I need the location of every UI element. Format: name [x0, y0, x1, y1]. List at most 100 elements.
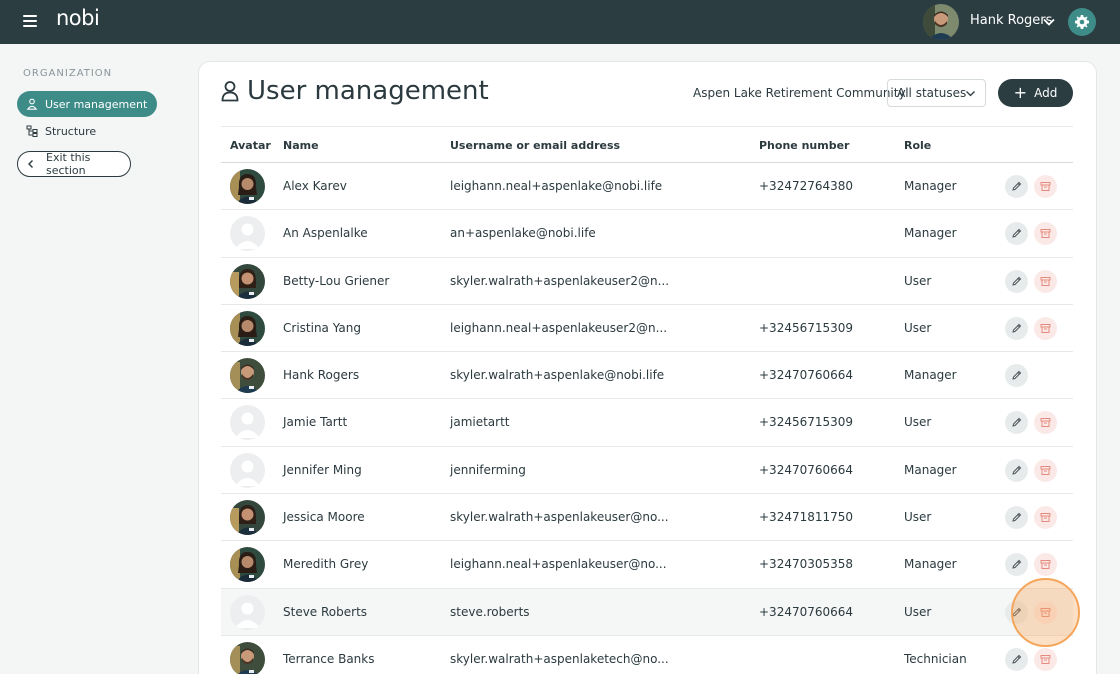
edit-button[interactable]: [1005, 553, 1028, 577]
edit-button[interactable]: [1005, 364, 1028, 388]
table-row[interactable]: Cristina Yang leighann.neal+aspenlakeuser…: [221, 305, 1073, 353]
sidebar-item-label: Structure: [45, 124, 97, 138]
column-header-phone[interactable]: Phone number: [759, 139, 849, 152]
user-name-cell: Alex Karev: [283, 179, 347, 193]
table-row[interactable]: Steve Roberts steve.roberts +32470760664 Us…: [221, 588, 1073, 636]
edit-button[interactable]: [1005, 316, 1028, 340]
user-avatar[interactable]: [923, 4, 959, 40]
table-row[interactable]: An Aspenlalke an+aspenlake@nobi.life Manag…: [221, 210, 1073, 258]
edit-button[interactable]: [1005, 175, 1028, 198]
user-name-cell: Terrance Banks: [283, 651, 375, 666]
archive-button[interactable]: [1034, 458, 1057, 482]
organization-name: Aspen Lake Retirement Community: [693, 86, 906, 100]
pencil-icon: [1012, 418, 1022, 428]
table-header: Avatar Name Username or email address Ph…: [221, 126, 1073, 163]
archive-icon: [1040, 654, 1051, 664]
user-name-cell: Betty-Lou Griener: [283, 273, 390, 288]
username-cell: steve.roberts: [450, 604, 530, 619]
edit-button[interactable]: [1005, 269, 1028, 293]
table-row[interactable]: Jennifer Ming jenniferming +32470760664 Man…: [221, 447, 1073, 495]
user-icon: [221, 80, 239, 102]
role-cell: User: [904, 320, 932, 335]
plus-icon: +: [1013, 82, 1028, 102]
phone-cell: +32470760664: [759, 368, 854, 383]
archive-button[interactable]: [1034, 316, 1057, 340]
archive-button[interactable]: [1034, 411, 1057, 435]
edit-button[interactable]: [1005, 222, 1028, 246]
archive-button[interactable]: [1034, 506, 1057, 530]
archive-icon: [1040, 418, 1051, 428]
username-cell: skyler.walrath+aspenlake@nobi.life: [450, 368, 665, 383]
role-cell: Manager: [904, 557, 957, 572]
sidebar-item-user-management[interactable]: User management: [17, 91, 157, 117]
pencil-icon: [1012, 229, 1022, 238]
column-header-username[interactable]: Username or email address: [450, 139, 620, 152]
add-button-label: Add: [1034, 86, 1058, 100]
archive-button[interactable]: [1034, 269, 1057, 293]
username-cell: leighann.neal+aspenlakeuser2@n...: [450, 320, 668, 335]
table-row[interactable]: Jamie Tartt jamietartt +32456715309 User: [221, 399, 1073, 447]
column-header-name[interactable]: Name: [283, 139, 319, 152]
edit-button[interactable]: [1005, 458, 1028, 482]
table-row[interactable]: Terrance Banks skyler.walrath+aspenlakete…: [221, 636, 1073, 674]
username-cell: skyler.walrath+aspenlakeuser@no...: [450, 510, 669, 525]
user-name[interactable]: Hank Rogers: [970, 13, 1052, 28]
edit-button[interactable]: [1005, 506, 1028, 530]
avatar: [230, 641, 265, 674]
pencil-icon: [1012, 370, 1022, 380]
archive-button[interactable]: [1034, 553, 1057, 577]
archive-button[interactable]: [1034, 647, 1057, 671]
edit-button[interactable]: [1005, 411, 1028, 435]
avatar-placeholder-icon: [230, 405, 265, 441]
add-user-button[interactable]: + Add: [998, 79, 1073, 107]
pencil-icon: [1012, 323, 1022, 333]
role-cell: Manager: [904, 179, 957, 193]
table-row[interactable]: Jessica Moore skyler.walrath+aspenlakeuse…: [221, 494, 1073, 542]
status-filter-select[interactable]: All statuses: [887, 79, 986, 107]
avatar: [230, 500, 265, 536]
pencil-icon: [1012, 276, 1022, 286]
structure-icon: [26, 125, 38, 137]
archive-icon: [1040, 323, 1051, 333]
menu-icon[interactable]: [23, 15, 37, 27]
user-name-cell: Jamie Tartt: [283, 415, 348, 430]
chevron-down-icon[interactable]: [1042, 14, 1056, 28]
archive-icon: [1040, 229, 1051, 239]
avatar: [230, 547, 265, 583]
role-cell: User: [904, 415, 932, 430]
username-cell: jenniferming: [450, 462, 526, 477]
chevron-left-icon: [26, 159, 36, 169]
pencil-icon: [1012, 181, 1022, 191]
username-cell: an+aspenlake@nobi.life: [450, 226, 596, 241]
avatar: [230, 358, 265, 394]
phone-cell: +32471811750: [759, 510, 854, 525]
table-row[interactable]: Meredith Grey leighann.neal+aspenlakeuser…: [221, 541, 1073, 589]
user-name-cell: Jessica Moore: [283, 510, 365, 525]
role-cell: User: [904, 273, 932, 288]
table-row[interactable]: Alex Karev leighann.neal+aspenlake@nobi.l…: [221, 163, 1073, 211]
sidebar-item-label: User management: [45, 97, 148, 111]
settings-button[interactable]: [1068, 8, 1096, 36]
avatar-placeholder-icon: [230, 594, 265, 630]
exit-section-button[interactable]: Exit this section: [17, 151, 131, 177]
app-logo[interactable]: nobi: [56, 6, 100, 30]
archive-button[interactable]: [1034, 175, 1057, 198]
user-icon: [26, 98, 38, 110]
column-header-role[interactable]: Role: [904, 139, 931, 152]
sidebar-item-structure[interactable]: Structure: [17, 118, 157, 144]
sidebar-heading: ORGANIZATION: [23, 68, 113, 79]
archive-button[interactable]: [1034, 222, 1057, 246]
column-header-avatar[interactable]: Avatar: [230, 139, 271, 152]
gear-icon: [1075, 15, 1089, 29]
user-name-cell: Hank Rogers: [283, 368, 360, 383]
avatar: [230, 263, 265, 299]
click-highlight: [1011, 578, 1080, 647]
status-filter-value: All statuses: [897, 86, 967, 100]
pencil-icon: [1012, 512, 1022, 522]
user-name-cell: Meredith Grey: [283, 557, 369, 572]
avatar-placeholder-icon: [230, 452, 265, 488]
table-row[interactable]: Hank Rogers skyler.walrath+aspenlake@nobi…: [221, 352, 1073, 400]
table-row[interactable]: Betty-Lou Griener skyler.walrath+aspenlak…: [221, 258, 1073, 305]
exit-section-label: Exit this section: [46, 151, 91, 177]
edit-button[interactable]: [1005, 647, 1028, 671]
